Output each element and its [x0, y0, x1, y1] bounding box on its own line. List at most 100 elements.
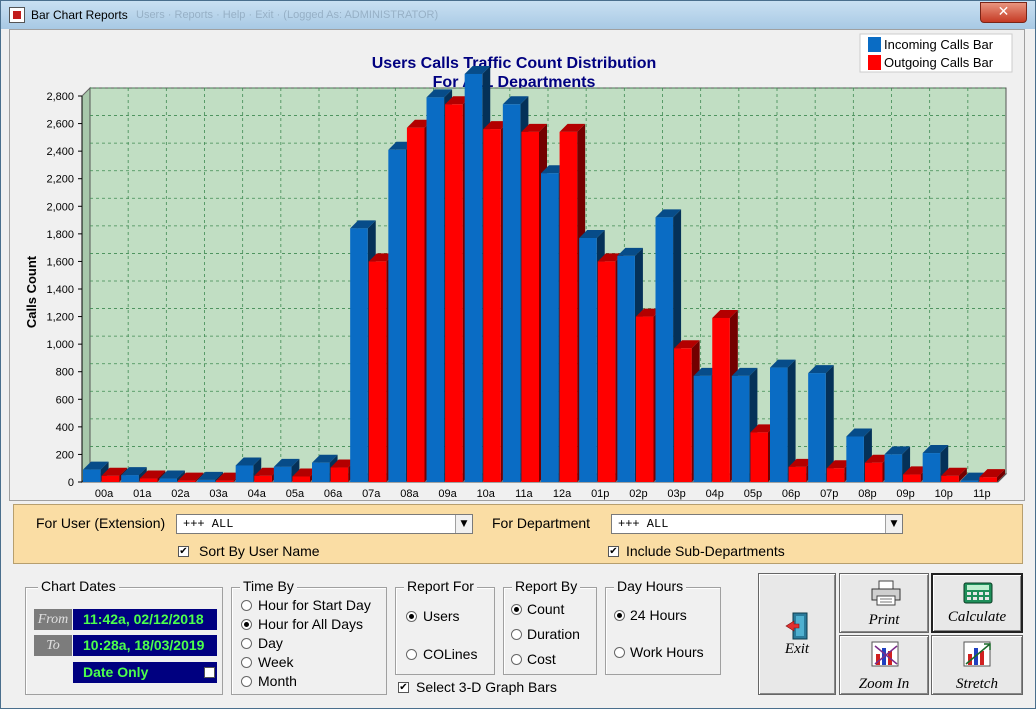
incoming-bar [235, 465, 254, 482]
incoming-bar [541, 173, 559, 482]
chart-title: Users Calls Traffic Count Distribution [372, 55, 656, 72]
incoming-bar [731, 375, 750, 482]
x-tick-label: 04p [706, 488, 724, 500]
zoom-in-button[interactable]: Zoom In [839, 635, 929, 695]
report-by-radio-duration[interactable] [511, 629, 522, 640]
report-for-radio-users[interactable] [406, 611, 417, 622]
to-date-field[interactable]: 10:28a, 18/03/2019 [73, 635, 217, 656]
outgoing-bar [597, 261, 616, 482]
outgoing-bar [635, 316, 654, 482]
calculate-button[interactable]: Calculate [931, 573, 1023, 633]
x-tick-label: 02a [171, 488, 190, 500]
x-tick-label: 05p [744, 488, 762, 500]
day-hours-group: Day Hours 24 Hours Work Hours [605, 578, 721, 675]
incoming-bar [502, 104, 521, 483]
report-by-radio-cost[interactable] [511, 654, 522, 665]
department-value: +++ ALL [618, 517, 669, 531]
time-by-label-day: Day [258, 635, 283, 651]
x-tick-label: 02p [629, 488, 647, 500]
incoming-bar [464, 73, 483, 482]
time-by-radio-month[interactable] [241, 676, 252, 687]
exit-button[interactable]: Exit [758, 573, 836, 695]
report-for-radio-colines[interactable] [406, 649, 417, 660]
select-3d-bars-label: Select 3-D Graph Bars [416, 679, 557, 695]
incoming-bar [808, 373, 826, 482]
incoming-bar [579, 237, 597, 482]
x-tick-label: 03p [667, 488, 685, 500]
title-bar: Bar Chart Reports Users · Reports · Help… [1, 1, 1035, 29]
incoming-bar [426, 97, 445, 482]
time-by-label-month: Month [258, 673, 297, 689]
x-tick-label: 07p [820, 488, 838, 500]
day-hours-radio-24[interactable] [614, 610, 625, 621]
incoming-bar [846, 436, 864, 482]
from-tag: From [34, 609, 72, 630]
incoming-bar [388, 149, 406, 482]
incoming-bar [655, 217, 674, 483]
close-button[interactable]: ✕ [980, 2, 1027, 23]
y-tick-label: 2,200 [46, 174, 74, 186]
incoming-bar [884, 454, 903, 482]
x-tick-label: 09a [438, 488, 457, 500]
include-sub-departments-checkbox[interactable]: ✔ [608, 546, 619, 557]
day-hours-radio-work[interactable] [614, 647, 625, 658]
stretch-button[interactable]: Stretch [931, 635, 1023, 695]
sort-by-user-checkbox[interactable]: ✔ [178, 546, 189, 557]
legend-label-outgoing: Outgoing Calls Bar [884, 55, 994, 70]
time-by-radio-day[interactable] [241, 638, 252, 649]
time-by-radio-hour-start-day[interactable] [241, 600, 252, 611]
legend-label-incoming: Incoming Calls Bar [884, 37, 994, 52]
outgoing-bar [903, 474, 921, 482]
date-only-checkbox[interactable] [204, 667, 215, 678]
date-only-label: Date Only [73, 662, 217, 683]
time-by-radio-week[interactable] [241, 657, 252, 668]
user-extension-value: +++ ALL [183, 517, 234, 531]
time-by-radio-hour-all-days[interactable] [241, 619, 252, 630]
x-tick-label: 01a [133, 488, 152, 500]
outgoing-bar [177, 480, 196, 482]
y-tick-label: 1,200 [46, 312, 74, 324]
y-tick-label: 2,000 [46, 201, 74, 213]
outgoing-bar [330, 467, 349, 482]
y-tick-label: 2,400 [46, 146, 74, 158]
y-tick-label: 2,600 [46, 119, 74, 131]
y-tick-label: 600 [56, 394, 74, 406]
outgoing-bar [139, 478, 158, 482]
incoming-bar [159, 478, 177, 482]
incoming-bar [693, 375, 712, 482]
outgoing-bar [216, 480, 234, 482]
print-button[interactable]: Print [839, 573, 929, 633]
outgoing-bar [941, 475, 959, 482]
zoom-in-chart-icon [871, 641, 899, 667]
plot-area: 0 200 400 600 800 1,000 1,200 1,400 1,600 1,800 2,… [46, 65, 1008, 500]
time-by-label-hour-start-day: Hour for Start Day [258, 597, 371, 613]
x-tick-label: 08p [858, 488, 876, 500]
legend-swatch-incoming [868, 37, 881, 52]
from-date-field[interactable]: 11:42a, 02/12/2018 [73, 609, 217, 630]
x-tick-label: 01p [591, 488, 609, 500]
report-by-label-count: Count [527, 601, 565, 617]
chevron-down-icon[interactable]: ▼ [455, 515, 472, 533]
select-3d-bars-checkbox[interactable]: ✔ [398, 682, 409, 693]
department-select[interactable]: +++ ALL ▼ [611, 514, 903, 534]
user-extension-select[interactable]: +++ ALL ▼ [176, 514, 473, 534]
outgoing-bar [712, 317, 730, 482]
chart-panel: Users Calls Traffic Count Distribution F… [9, 29, 1025, 501]
chart-dates-title: Chart Dates [38, 578, 119, 594]
outgoing-bar [406, 127, 425, 482]
incoming-bar [617, 255, 635, 482]
outgoing-bar [864, 462, 883, 482]
user-extension-label: For User (Extension) [36, 515, 166, 531]
report-by-radio-count[interactable] [511, 604, 522, 615]
report-by-group: Report By Count Duration Cost [503, 578, 597, 675]
incoming-bar [273, 466, 292, 482]
chevron-down-icon[interactable]: ▼ [885, 515, 902, 533]
department-label: For Department [492, 515, 591, 531]
x-tick-label: 06p [782, 488, 800, 500]
outgoing-bar [483, 129, 501, 482]
report-for-label-colines: COLines [423, 646, 478, 662]
plot-side-wall [81, 86, 91, 484]
outgoing-bar [368, 261, 387, 482]
day-hours-label-work: Work Hours [630, 644, 704, 660]
x-tick-label: 10p [935, 488, 953, 500]
